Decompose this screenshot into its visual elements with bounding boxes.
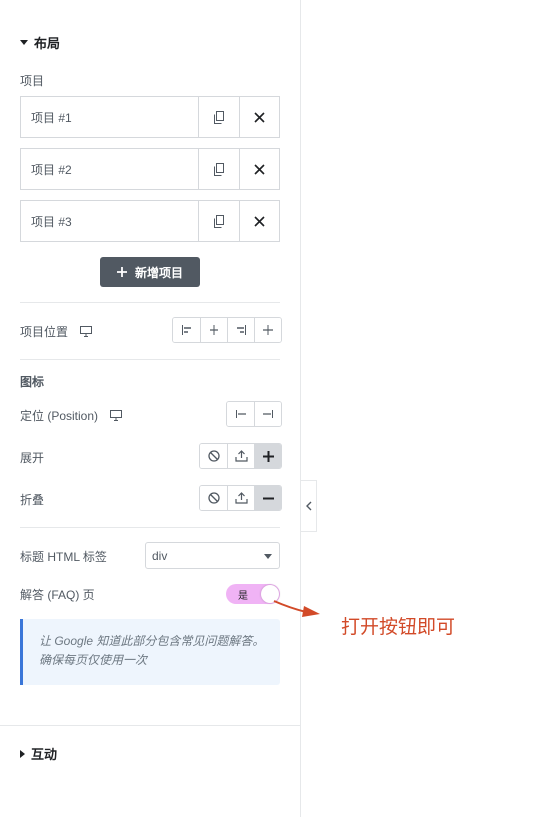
align-stretch-button[interactable]	[254, 318, 281, 342]
ban-icon	[207, 492, 220, 504]
add-item-button[interactable]: 新增项目	[100, 257, 200, 287]
close-icon	[254, 215, 265, 227]
remove-button[interactable]	[239, 201, 279, 241]
icon-position-control	[226, 401, 282, 427]
annotation-arrow-icon	[273, 600, 320, 617]
caret-down-icon	[20, 40, 28, 45]
note-line-1: 让 Google 知道此部分包含常见问题解答。	[39, 634, 265, 648]
faq-label: 解答 (FAQ) 页	[20, 586, 95, 603]
icon-position-text: 定位 (Position)	[20, 409, 99, 423]
upload-icon	[234, 492, 248, 504]
duplicate-button[interactable]	[199, 201, 239, 241]
align-start-icon	[181, 325, 191, 335]
expand-upload-button[interactable]	[227, 444, 254, 468]
editor-panel: 布局 项目 项目 #1 项目 #2 项目 #3 新增项目 项目位置 图标 定位 …	[0, 0, 301, 817]
close-icon	[254, 163, 265, 175]
copy-icon	[214, 162, 224, 176]
divider	[20, 527, 280, 528]
divider	[20, 302, 280, 303]
expand-plus-button[interactable]	[254, 444, 281, 468]
align-stretch-icon	[263, 325, 273, 335]
title-tag-label: 标题 HTML 标签	[20, 548, 107, 565]
section-divider	[0, 725, 301, 726]
title-tag-select[interactable]: div	[145, 542, 280, 569]
desktop-icon[interactable]	[110, 410, 123, 421]
align-end-icon	[263, 410, 273, 418]
items-label-text: 项目	[20, 74, 45, 88]
item-position-label: 项目位置	[20, 323, 93, 340]
item-position-text: 项目位置	[20, 325, 69, 339]
collapse-upload-button[interactable]	[227, 486, 254, 510]
section-layout-title: 布局	[34, 36, 61, 51]
repeater-item-title[interactable]: 项目 #1	[21, 97, 199, 137]
faq-info-note: 让 Google 知道此部分包含常见问题解答。 确保每页仅使用一次	[20, 619, 280, 685]
align-center-button[interactable]	[200, 318, 227, 342]
collapse-none-button[interactable]	[200, 486, 227, 510]
copy-icon	[214, 214, 224, 228]
remove-button[interactable]	[239, 149, 279, 189]
section-interaction-title: 互动	[31, 747, 58, 762]
upload-icon	[234, 450, 248, 462]
close-icon	[254, 111, 265, 123]
desktop-icon[interactable]	[80, 326, 93, 337]
copy-icon	[214, 110, 224, 124]
section-layout-header[interactable]: 布局	[20, 33, 60, 52]
panel-collapse-button[interactable]	[301, 480, 317, 532]
collapse-icon-label: 折叠	[20, 491, 44, 508]
icon-position-label: 定位 (Position)	[20, 407, 123, 424]
repeater-item-1[interactable]: 项目 #1	[20, 96, 280, 138]
icon-position-end-button[interactable]	[254, 402, 281, 426]
caret-right-icon	[20, 749, 25, 758]
note-line-2: 确保每页仅使用一次	[39, 653, 148, 667]
chevron-down-icon	[264, 554, 272, 559]
expand-icon-text: 展开	[20, 451, 45, 465]
title-tag-text: 标题 HTML 标签	[20, 550, 107, 564]
repeater-item-title[interactable]: 项目 #2	[21, 149, 199, 189]
ban-icon	[207, 450, 220, 462]
repeater-item-title[interactable]: 项目 #3	[21, 201, 199, 241]
icon-position-start-button[interactable]	[227, 402, 254, 426]
collapse-icon-control	[199, 485, 282, 511]
remove-button[interactable]	[239, 97, 279, 137]
duplicate-button[interactable]	[199, 149, 239, 189]
collapse-minus-button[interactable]	[254, 486, 281, 510]
repeater-item-2[interactable]: 项目 #2	[20, 148, 280, 190]
divider	[20, 359, 280, 360]
expand-icon-control	[199, 443, 282, 469]
duplicate-button[interactable]	[199, 97, 239, 137]
align-end-icon	[237, 325, 246, 335]
align-end-button[interactable]	[227, 318, 254, 342]
faq-toggle-text: 是	[238, 590, 248, 602]
chevron-left-icon	[305, 501, 311, 511]
faq-label-text: 解答 (FAQ) 页	[20, 588, 95, 602]
repeater-item-3[interactable]: 项目 #3	[20, 200, 280, 242]
align-center-icon	[210, 325, 218, 335]
minus-icon	[262, 497, 274, 499]
expand-icon-label: 展开	[20, 449, 44, 466]
annotation-text: 打开按钮即可	[341, 616, 456, 638]
plus-icon	[262, 450, 274, 462]
expand-none-button[interactable]	[200, 444, 227, 468]
items-label: 项目	[20, 72, 44, 89]
collapse-icon-text: 折叠	[20, 493, 45, 507]
title-tag-value: div	[152, 548, 168, 563]
section-interaction-header[interactable]: 互动	[20, 744, 57, 763]
icon-heading: 图标	[20, 375, 45, 389]
item-position-control	[172, 317, 282, 343]
align-start-icon	[235, 410, 246, 418]
add-item-label: 新增项目	[134, 265, 183, 280]
align-start-button[interactable]	[173, 318, 200, 342]
plus-icon	[116, 267, 127, 277]
